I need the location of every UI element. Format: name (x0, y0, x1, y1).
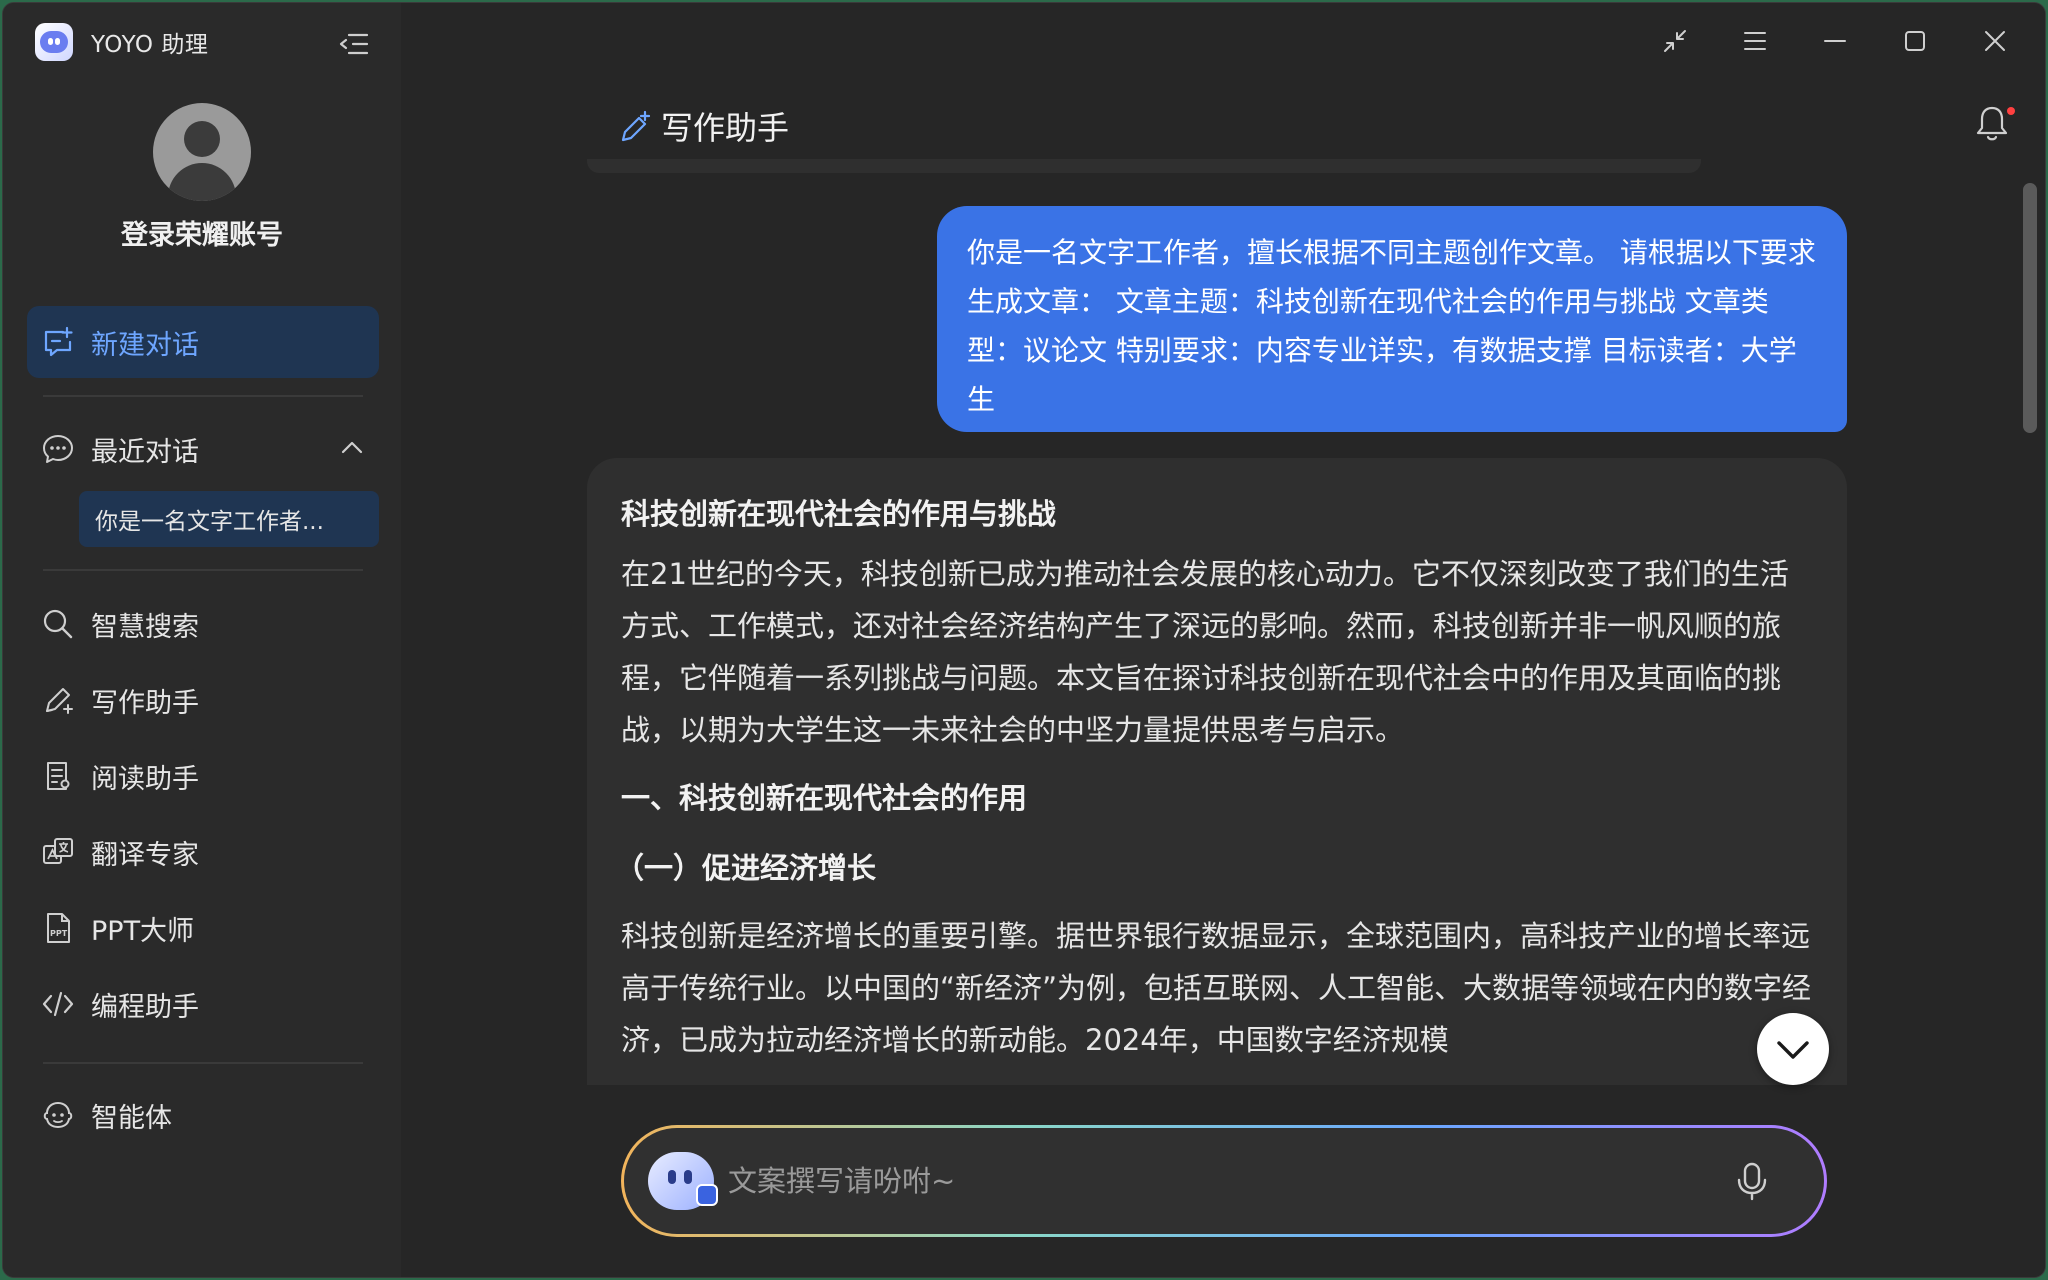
message-input[interactable] (728, 1151, 1730, 1211)
app-window: YOYO 助理 登录荣耀账号 新建对话 最近对话 你是一名文字工作者... 智慧… (2, 2, 2046, 1278)
nav-writing-assistant[interactable]: 写作助手 (41, 678, 199, 722)
brand: YOYO 助理 (35, 21, 208, 63)
agent-icon (43, 1101, 73, 1129)
app-name: YOYO 助理 (91, 32, 209, 58)
chat-bubble-icon (43, 435, 73, 463)
ai-response: 科技创新在现代社会的作用与挑战 在21世纪的今天，科技创新已成为推动社会发展的核… (587, 458, 1847, 1085)
menu-icon[interactable] (1739, 25, 1771, 57)
divider (43, 395, 363, 397)
recent-chats-label: 最近对话 (91, 436, 199, 468)
collapse-sidebar-icon[interactable] (339, 31, 369, 57)
nav-label: 写作助手 (91, 687, 199, 719)
nav-label: 翻译专家 (91, 839, 199, 871)
yoyo-assistant-icon[interactable] (648, 1152, 718, 1210)
nav-label: 编程助手 (91, 991, 199, 1023)
new-chat-button[interactable]: 新建对话 (27, 306, 379, 378)
scroll-to-bottom-button[interactable] (1757, 1013, 1829, 1085)
page-title-text: 写作助手 (661, 109, 790, 147)
bell-icon[interactable] (1973, 103, 2011, 143)
minimize-icon[interactable] (1819, 25, 1851, 57)
translate-icon (43, 838, 73, 864)
article-title: 科技创新在现代社会的作用与挑战 (621, 497, 1057, 531)
nav-label: 阅读助手 (91, 763, 199, 795)
nav-label: 智慧搜索 (91, 611, 199, 643)
code-icon (42, 991, 74, 1017)
nav-smart-search[interactable]: 智慧搜索 (41, 602, 199, 646)
user-message: 你是一名文字工作者，擅长根据不同主题创作文章。 请根据以下要求生成文章： 文章主… (937, 206, 1847, 432)
nav-reading-assistant[interactable]: 阅读助手 (41, 754, 199, 798)
close-icon[interactable] (1979, 25, 2011, 57)
previous-message-edge (587, 159, 1701, 173)
message-input-box (621, 1125, 1827, 1237)
notification-dot (2007, 107, 2015, 115)
article-paragraph: 科技创新是经济增长的重要引擎。据世界银行数据显示，全球范围内，高科技产业的增长率… (621, 919, 1812, 1057)
ppt-icon: PPT (47, 913, 70, 943)
nav-agent[interactable]: 智能体 (41, 1093, 172, 1137)
new-chat-label: 新建对话 (91, 329, 199, 361)
pen-icon (621, 110, 651, 142)
search-icon (43, 609, 73, 639)
maximize-icon[interactable] (1899, 25, 1931, 57)
microphone-icon[interactable] (1730, 1159, 1774, 1203)
svg-text:PPT: PPT (50, 929, 68, 938)
main-panel: 写作助手 你是一名文字工作者，擅长根据不同主题创作文章。 请根据以下要求生成文章… (401, 3, 2045, 1277)
sidebar: YOYO 助理 登录荣耀账号 新建对话 最近对话 你是一名文字工作者... 智慧… (3, 3, 401, 1277)
nav-label: 智能体 (91, 1102, 172, 1134)
section-heading: 一、科技创新在现代社会的作用 (621, 781, 1028, 815)
nav-translation-expert[interactable]: 翻译专家 (41, 830, 199, 874)
chat-area: 你是一名文字工作者，擅长根据不同主题创作文章。 请根据以下要求生成文章： 文章主… (587, 173, 1847, 1085)
divider (43, 569, 363, 571)
divider (43, 1062, 363, 1064)
recent-chat-item[interactable]: 你是一名文字工作者... (79, 491, 379, 547)
scrollbar[interactable] (2023, 183, 2037, 433)
nav-label: PPT大师 (91, 915, 195, 947)
subsection-heading: （一）促进经济增长 (615, 851, 877, 885)
nav-coding-assistant[interactable]: 编程助手 (41, 982, 199, 1026)
avatar[interactable] (153, 103, 251, 201)
new-chat-icon (44, 326, 73, 357)
article-intro: 在21世纪的今天，科技创新已成为推动社会发展的核心动力。它不仅深刻改变了我们的生… (621, 557, 1789, 747)
shrink-icon[interactable] (1659, 25, 1691, 57)
login-account-link[interactable]: 登录荣耀账号 (3, 213, 401, 252)
nav-ppt-master[interactable]: PPT PPT大师 (41, 906, 194, 950)
page-title: 写作助手 (619, 103, 789, 149)
pen-icon (46, 688, 73, 714)
chevron-down-icon (1777, 1041, 1809, 1059)
document-icon (47, 762, 70, 790)
recent-chats-header[interactable]: 最近对话 (41, 427, 199, 471)
yoyo-logo-icon (35, 23, 73, 61)
chevron-up-icon[interactable] (339, 435, 365, 461)
